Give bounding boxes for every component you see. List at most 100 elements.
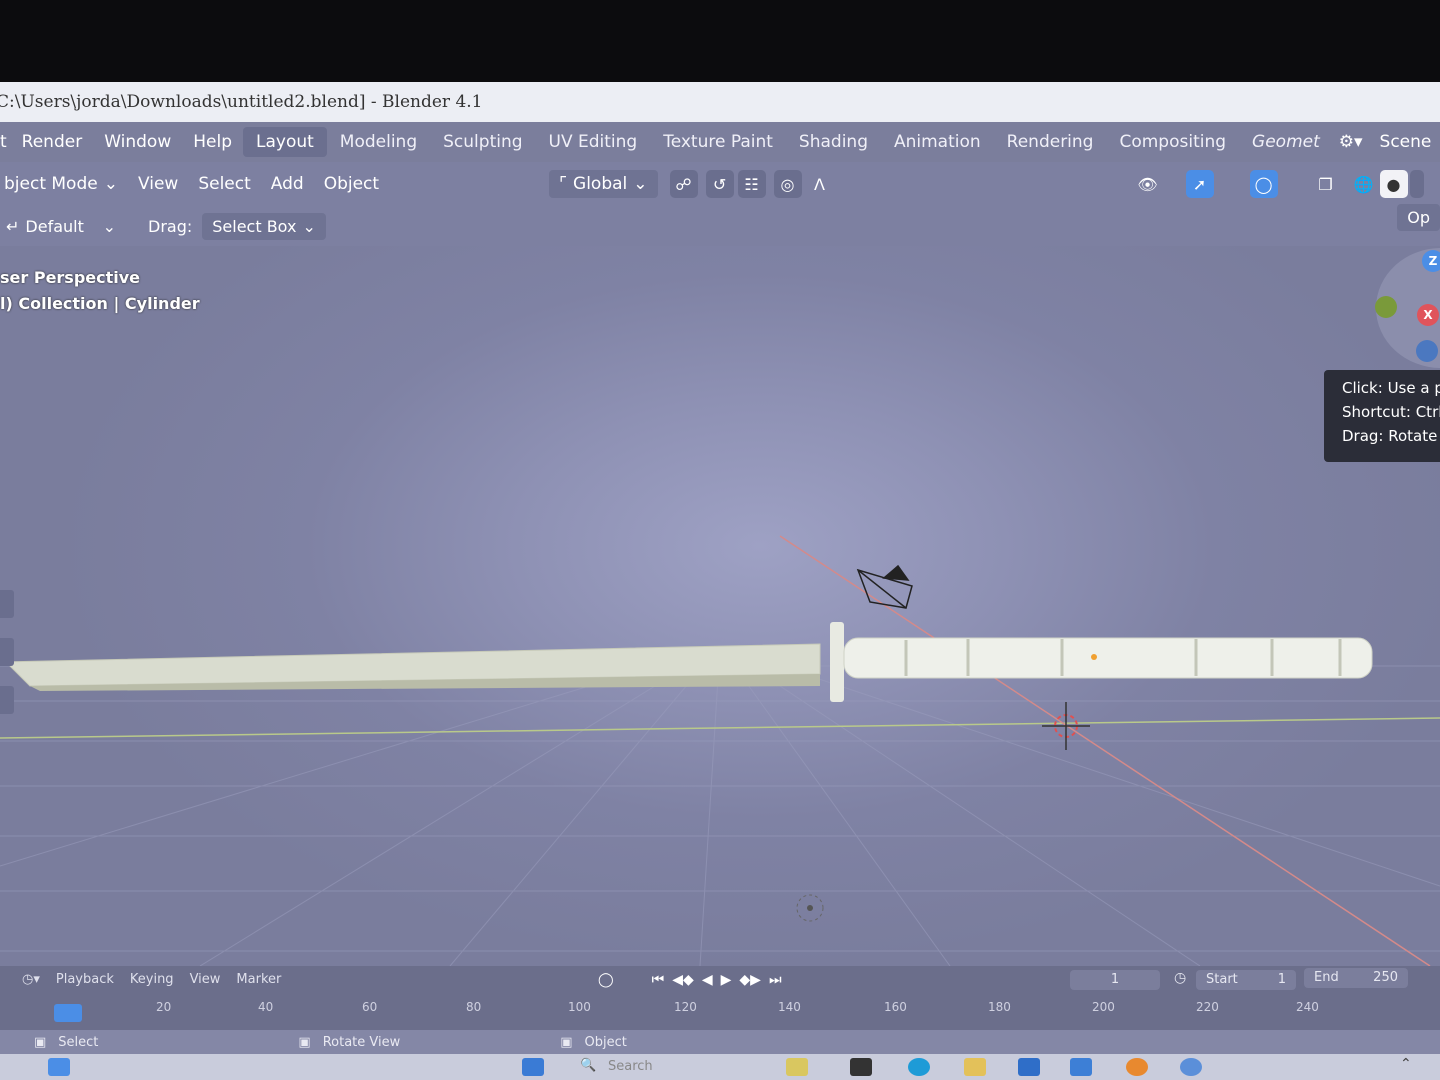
play-reverse-icon[interactable]: ◀ — [702, 972, 713, 988]
chevron-up-icon[interactable]: ⌃ — [1400, 1056, 1412, 1072]
visibility-icon[interactable]: 👁 — [1134, 170, 1162, 198]
ruler-tick: 200 — [1092, 1000, 1115, 1014]
playback-controls: ◯ ⏮ ◀◆ ◀ ▶ ◆▶ ⏭ — [598, 972, 782, 988]
ruler-tick: 100 — [568, 1000, 591, 1014]
scene-selector-icon[interactable]: ⚙▾ — [1333, 132, 1369, 152]
add-cube-icon[interactable] — [0, 686, 14, 714]
menu-item-partial[interactable]: t — [0, 132, 11, 152]
widgets-icon[interactable] — [48, 1058, 70, 1076]
gizmo-neg-z-axis[interactable] — [1416, 340, 1438, 362]
tooltip-line-click: Click: Use a p — [1342, 379, 1440, 397]
pivot-point-icon[interactable]: ☍ — [669, 170, 698, 198]
mode-dropdown[interactable]: bject Mode ⌄ — [0, 170, 128, 198]
drag-label: Drag: — [148, 216, 193, 236]
drag-mode-dropdown[interactable]: Select Box ⌄ — [202, 212, 326, 240]
menu-help[interactable]: Help — [182, 132, 243, 152]
play-icon[interactable]: ▶ — [721, 972, 732, 988]
edge-browser-icon[interactable] — [908, 1058, 930, 1076]
orientation-dropdown[interactable]: ⌜ Global ⌄ — [549, 170, 658, 198]
viewport-scene — [0, 535, 1440, 966]
next-keyframe-icon[interactable]: ◆▶ — [739, 972, 761, 988]
chevron-down-icon: ⌄ — [302, 216, 316, 236]
camera-object[interactable] — [856, 564, 913, 609]
jump-start-icon[interactable]: ⏮ — [652, 972, 665, 988]
timeline-ruler[interactable]: 20 40 60 80 100 120 140 160 180 200 220 … — [40, 1000, 1406, 1024]
gizmo-tooltip: Click: Use a p Shortcut: Ctrl Drag: Rota… — [1324, 370, 1440, 462]
search-icon[interactable]: 🔍 — [580, 1058, 596, 1073]
snap-icon[interactable]: ↺ — [705, 170, 734, 198]
status-rotate: Rotate View — [322, 1034, 401, 1050]
tab-shading[interactable]: Shading — [786, 127, 881, 157]
mail-icon[interactable] — [1070, 1058, 1092, 1076]
tooltip-line-shortcut: Shortcut: Ctrl — [1342, 403, 1440, 421]
ruler-tick: 140 — [778, 1000, 801, 1014]
drag-mode-value: Select Box — [212, 216, 297, 236]
move-axes-icon: ↵ — [6, 216, 20, 236]
windows-start-icon[interactable] — [522, 1058, 544, 1076]
wireframe-shading-icon[interactable]: 🌐 — [1350, 170, 1378, 198]
timeline-playback-menu[interactable]: Playback — [56, 972, 114, 987]
viewport-header: bject Mode ⌄ View Select Add Object ⌜ Gl… — [0, 162, 1440, 206]
status-bar: ▣ Select ▣ Rotate View ▣ Object — [0, 1030, 1440, 1054]
tab-animation[interactable]: Animation — [881, 127, 994, 157]
solid-shading-icon[interactable]: ● — [1379, 170, 1408, 198]
transform-orientation-dropdown[interactable]: ↵ Default ⌄ — [0, 213, 126, 240]
menu-window[interactable]: Window — [93, 132, 182, 152]
3d-viewport[interactable] — [0, 246, 1440, 966]
timeline-view-menu[interactable]: View — [190, 972, 221, 987]
menu-view[interactable]: View — [128, 170, 188, 198]
clock-icon[interactable]: ◷▾ — [22, 972, 40, 987]
proportional-edit-icon[interactable]: ◎ — [773, 170, 802, 198]
store-icon[interactable] — [1018, 1058, 1040, 1076]
gizmo-z-axis[interactable]: Z — [1422, 250, 1440, 272]
app-icon[interactable] — [1180, 1058, 1202, 1076]
current-frame-field[interactable]: 1 — [1070, 970, 1160, 990]
transform-default-label: Default — [25, 216, 84, 236]
material-shading-icon[interactable] — [1409, 170, 1424, 198]
task-view-icon[interactable] — [850, 1058, 872, 1076]
sword-model[interactable] — [0, 622, 1373, 702]
menu-add[interactable]: Add — [261, 170, 314, 198]
file-explorer-icon[interactable] — [786, 1058, 808, 1076]
stopwatch-icon[interactable]: ◷ — [1174, 970, 1186, 986]
tab-rendering[interactable]: Rendering — [994, 127, 1107, 157]
gizmo-toggle-icon[interactable]: ➚ — [1185, 170, 1214, 198]
tab-uv-editing[interactable]: UV Editing — [536, 127, 651, 157]
gizmo-y-axis[interactable] — [1375, 296, 1397, 318]
menu-render[interactable]: Render — [11, 132, 94, 152]
snap-target-icon[interactable]: ☷ — [737, 170, 766, 198]
xray-icon[interactable]: ❐ — [1312, 170, 1340, 198]
tab-sculpting[interactable]: Sculpting — [430, 127, 535, 157]
ruler-tick: 40 — [258, 1000, 274, 1014]
ruler-tick: 120 — [674, 1000, 697, 1014]
blender-app-icon[interactable] — [1126, 1058, 1148, 1076]
timeline-keying-menu[interactable]: Keying — [130, 972, 174, 987]
scene-name[interactable]: Scene — [1369, 132, 1440, 152]
overlay-toggle-icon[interactable]: ◯ — [1249, 170, 1278, 198]
options-dropdown[interactable]: Op — [1397, 204, 1440, 231]
tab-geometry[interactable]: Geomet — [1239, 127, 1333, 157]
falloff-icon[interactable]: Λ — [806, 170, 834, 198]
tool-icon-measure[interactable] — [0, 638, 14, 666]
menu-select[interactable]: Select — [188, 170, 260, 198]
active-collection-label: l) Collection | Cylinder — [0, 294, 200, 313]
blender-window: C:\Users\jorda\Downloads\untitled2.blend… — [0, 82, 1440, 1080]
timeline-marker-menu[interactable]: Marker — [236, 972, 281, 987]
prev-keyframe-icon[interactable]: ◀◆ — [672, 972, 694, 988]
3d-cursor[interactable] — [1042, 702, 1090, 750]
tab-layout[interactable]: Layout — [243, 127, 327, 157]
tab-compositing[interactable]: Compositing — [1106, 127, 1239, 157]
jump-end-icon[interactable]: ⏭ — [769, 972, 782, 988]
taskbar-search[interactable]: Search — [608, 1059, 653, 1074]
folder-icon[interactable] — [964, 1058, 986, 1076]
start-frame-field[interactable]: Start 1 — [1196, 970, 1296, 990]
tool-icon-annotate[interactable] — [0, 590, 14, 618]
tab-modeling[interactable]: Modeling — [327, 127, 430, 157]
menu-object[interactable]: Object — [314, 170, 389, 198]
end-frame-field[interactable]: End 250 — [1304, 968, 1408, 988]
gizmo-x-axis[interactable]: X — [1417, 304, 1439, 326]
view-perspective-label: ser Perspective — [0, 268, 141, 287]
timeline-header: ◷▾ Playback Keying View Marker — [22, 972, 281, 987]
tab-texture-paint[interactable]: Texture Paint — [650, 127, 786, 157]
record-icon[interactable]: ◯ — [598, 972, 614, 988]
